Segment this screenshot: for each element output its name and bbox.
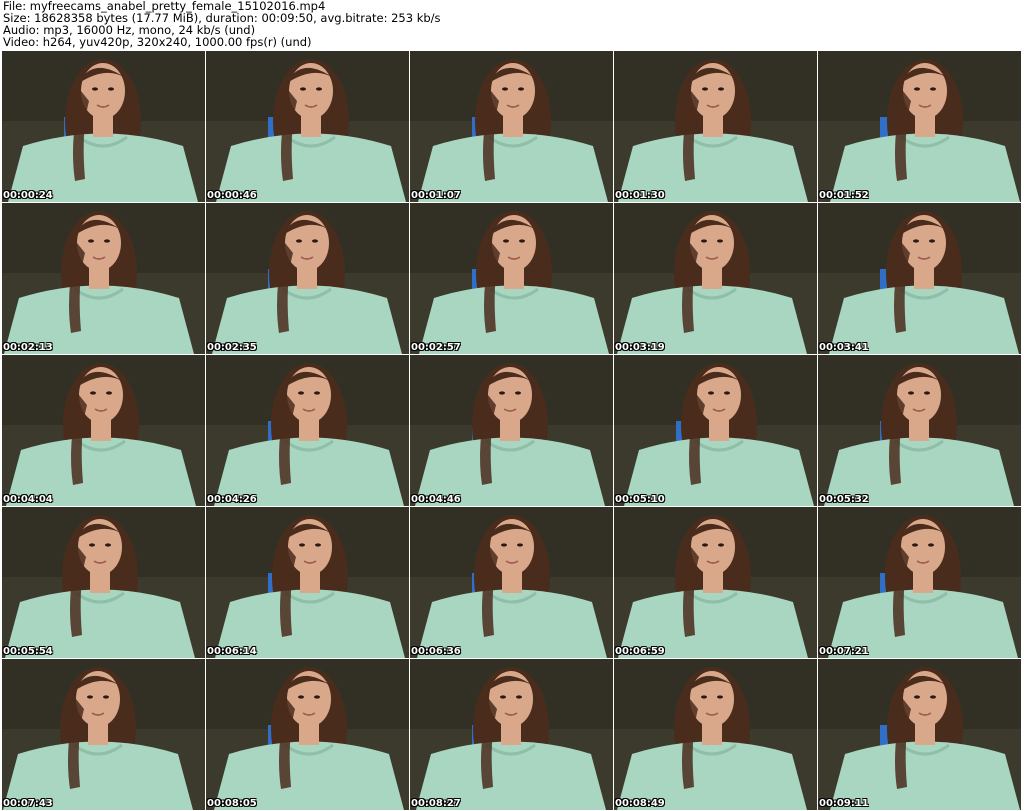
frame-timestamp: 00:05:10 [615,494,665,505]
frame-image [410,355,613,506]
frame-image [206,355,409,506]
video-frame-thumbnail: 00:08:49 [614,659,817,810]
video-frame-thumbnail: 00:06:36 [410,507,613,658]
frame-image [206,507,409,658]
frame-image [818,355,1021,506]
frame-image [818,203,1021,354]
video-frame-thumbnail: 00:02:35 [206,203,409,354]
frame-timestamp: 00:02:13 [3,342,53,353]
frame-timestamp: 00:06:14 [207,646,257,657]
frame-image [410,659,613,810]
frame-image [614,203,817,354]
frame-timestamp: 00:04:04 [3,494,53,505]
video-frame-thumbnail: 00:09:11 [818,659,1021,810]
frame-timestamp: 00:09:11 [819,798,869,809]
video-frame-thumbnail: 00:07:43 [2,659,205,810]
frame-timestamp: 00:08:05 [207,798,257,809]
frame-image [206,51,409,202]
frame-timestamp: 00:08:27 [411,798,461,809]
frame-image [614,659,817,810]
thumbnail-grid: 00:00:24 00:00:46 00:01:07 00:01:30 00:01:52… [2,51,1024,811]
frame-timestamp: 00:02:57 [411,342,461,353]
frame-timestamp: 00:06:36 [411,646,461,657]
frame-timestamp: 00:03:41 [819,342,869,353]
video-frame-thumbnail: 00:04:04 [2,355,205,506]
frame-image [206,659,409,810]
video-frame-thumbnail: 00:04:26 [206,355,409,506]
frame-image [410,203,613,354]
video-frame-thumbnail: 00:00:24 [2,51,205,202]
frame-image [206,203,409,354]
frame-image [410,51,613,202]
frame-timestamp: 00:00:24 [3,190,53,201]
video-frame-thumbnail: 00:05:54 [2,507,205,658]
video-frame-thumbnail: 00:02:57 [410,203,613,354]
frame-timestamp: 00:05:32 [819,494,869,505]
frame-image [410,507,613,658]
frame-image [818,659,1021,810]
video-frame-thumbnail: 00:05:10 [614,355,817,506]
frame-timestamp: 00:04:46 [411,494,461,505]
video-frame-thumbnail: 00:01:07 [410,51,613,202]
frame-image [2,355,205,506]
video-frame-thumbnail: 00:04:46 [410,355,613,506]
video-frame-thumbnail: 00:05:32 [818,355,1021,506]
frame-timestamp: 00:07:43 [3,798,53,809]
frame-image [818,51,1021,202]
frame-timestamp: 00:01:07 [411,190,461,201]
video-frame-thumbnail: 00:08:27 [410,659,613,810]
video-frame-thumbnail: 00:06:59 [614,507,817,658]
video-frame-thumbnail: 00:07:21 [818,507,1021,658]
video-frame-thumbnail: 00:01:30 [614,51,817,202]
frame-image [818,507,1021,658]
frame-timestamp: 00:08:49 [615,798,665,809]
video-frame-thumbnail: 00:00:46 [206,51,409,202]
frame-timestamp: 00:04:26 [207,494,257,505]
frame-image [2,659,205,810]
video-frame-thumbnail: 00:03:19 [614,203,817,354]
frame-timestamp: 00:07:21 [819,646,869,657]
video-info-line: Video: h264, yuv420p, 320x240, 1000.00 f… [3,35,312,49]
frame-timestamp: 00:05:54 [3,646,53,657]
frame-timestamp: 00:06:59 [615,646,665,657]
frame-timestamp: 00:03:19 [615,342,665,353]
frame-timestamp: 00:01:52 [819,190,869,201]
frame-image [2,507,205,658]
frame-image [614,507,817,658]
video-frame-thumbnail: 00:06:14 [206,507,409,658]
frame-timestamp: 00:00:46 [207,190,257,201]
video-frame-thumbnail: 00:02:13 [2,203,205,354]
frame-image [2,203,205,354]
video-frame-thumbnail: 00:01:52 [818,51,1021,202]
video-frame-thumbnail: 00:03:41 [818,203,1021,354]
frame-image [614,355,817,506]
frame-timestamp: 00:01:30 [615,190,665,201]
frame-image [2,51,205,202]
frame-image [614,51,817,202]
file-info-header: File: myfreecams_anabel_pretty_female_15… [0,0,1024,50]
frame-timestamp: 00:02:35 [207,342,257,353]
video-frame-thumbnail: 00:08:05 [206,659,409,810]
